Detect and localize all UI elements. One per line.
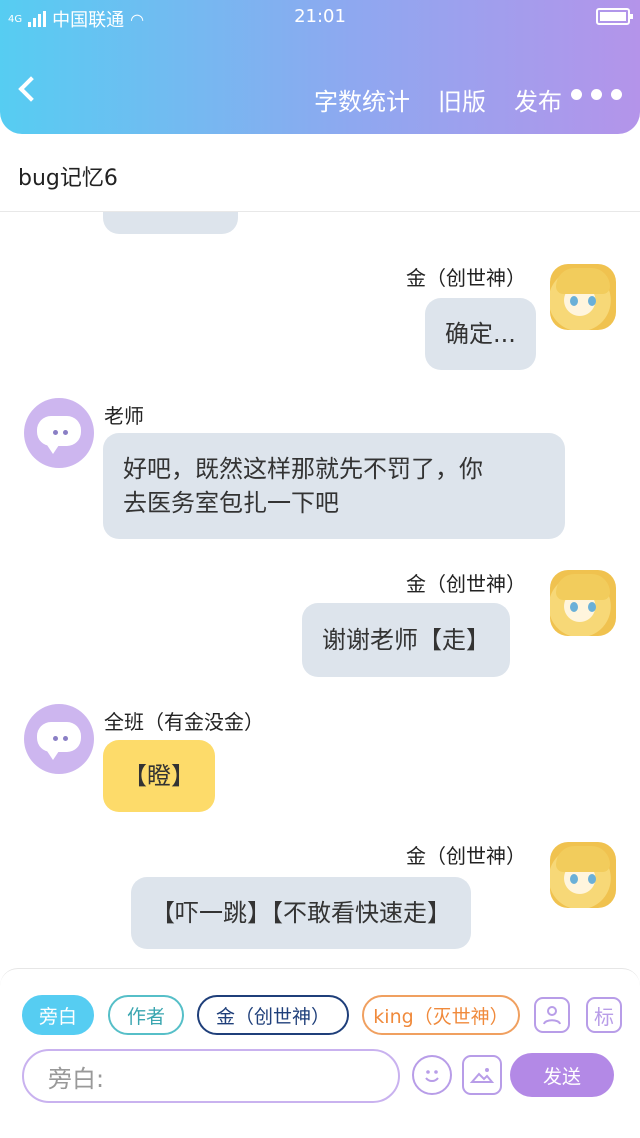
publish-button[interactable]: 发布: [514, 82, 562, 117]
message-line: 好吧，既然这样那就先不罚了，你: [123, 455, 483, 483]
message-bubble[interactable]: 谢谢老师【走】: [302, 603, 510, 677]
more-icon[interactable]: [571, 89, 622, 100]
role-chip-character[interactable]: king（灭世神）: [362, 995, 520, 1035]
message-line: 去医务室包扎一下吧: [123, 489, 339, 517]
message-input[interactable]: 旁白:: [22, 1049, 400, 1103]
chat-area[interactable]: 金（创世神） 确定... 老师 好吧，既然这样那就先不罚了，你 去医务室包扎一下…: [0, 212, 640, 968]
word-count-button[interactable]: 字数统计: [314, 82, 410, 117]
message-bubble[interactable]: 确定...: [425, 298, 536, 370]
battery-icon: [596, 8, 633, 25]
avatar[interactable]: [24, 398, 94, 468]
avatar[interactable]: [550, 570, 616, 636]
avatar[interactable]: [550, 842, 616, 908]
sender-name: 金（创世神）: [406, 844, 526, 868]
mark-icon[interactable]: 标: [586, 997, 622, 1033]
compose-panel: 旁白 作者 金（创世神） king（灭世神） 标 旁白: 发送: [0, 968, 640, 1138]
avatar[interactable]: [24, 704, 94, 774]
message-bubble[interactable]: 好吧，既然这样那就先不罚了，你 去医务室包扎一下吧: [103, 433, 565, 539]
image-icon[interactable]: [462, 1055, 502, 1095]
status-bar: 4G 中国联通 ◠ 21:01: [0, 0, 640, 34]
old-version-button[interactable]: 旧版: [438, 82, 486, 117]
add-role-icon[interactable]: [534, 997, 570, 1033]
back-icon[interactable]: [18, 76, 44, 102]
message-bubble[interactable]: 【瞪】: [103, 740, 215, 812]
role-chip-character[interactable]: 金（创世神）: [197, 995, 349, 1035]
sender-name: 全班（有金没金）: [104, 710, 264, 734]
message-bubble-partial: [103, 212, 238, 234]
send-button[interactable]: 发送: [510, 1053, 614, 1097]
role-chip-narration[interactable]: 旁白: [22, 995, 94, 1035]
clock: 21:01: [294, 6, 346, 27]
sender-name: 老师: [104, 404, 144, 428]
avatar[interactable]: [550, 264, 616, 330]
sender-name: 金（创世神）: [406, 572, 526, 596]
header: 4G 中国联通 ◠ 21:01 字数统计 旧版 发布: [0, 0, 640, 134]
role-chip-author[interactable]: 作者: [108, 995, 184, 1035]
sender-name: 金（创世神）: [406, 266, 526, 290]
story-title[interactable]: bug记忆6: [18, 160, 118, 192]
emoji-icon[interactable]: [412, 1055, 452, 1095]
title-bar: bug记忆6: [0, 134, 640, 212]
message-bubble[interactable]: 【吓一跳】【不敢看快速走】: [131, 877, 471, 949]
